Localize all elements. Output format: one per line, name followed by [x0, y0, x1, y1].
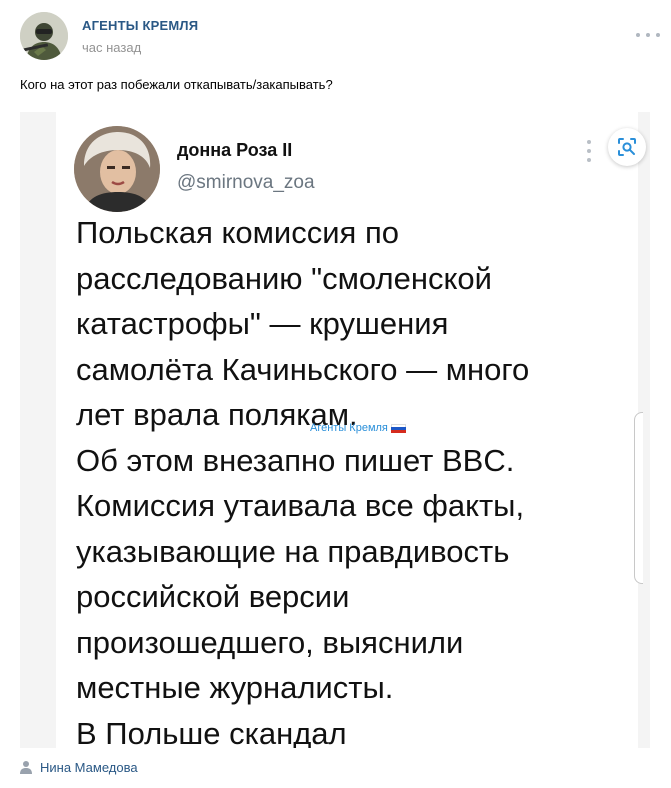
tweet-line: Комиссия утаивала все факты, [76, 488, 525, 523]
tweet-line: произошедшего, выяснили [76, 624, 464, 660]
image-search-button[interactable] [608, 128, 646, 166]
tweet-author-handle: @smirnova_zoa [177, 172, 315, 193]
post-author: Нина Мамедова [20, 758, 138, 776]
tweet-body: Польская комиссия по расследованию "смол… [76, 210, 631, 748]
user-icon [20, 761, 32, 774]
post-image[interactable]: донна Роза II @smirnova_zoa Польская ком… [20, 112, 650, 748]
group-name[interactable]: АГЕНТЫ КРЕМЛЯ [82, 18, 198, 33]
image-scroll-handle[interactable] [634, 412, 643, 584]
tweet-line: Польская комиссия по [76, 215, 399, 250]
tweet-screenshot: донна Роза II @smirnova_zoa Польская ком… [56, 112, 638, 748]
tweet-line: Об этом внезапно пишет BBC. [76, 442, 515, 478]
author-name[interactable]: Нина Мамедова [40, 760, 138, 775]
watermark: Агенты Кремля [310, 422, 406, 434]
tweet-line: В Польше скандал [76, 715, 347, 749]
tweet-line: самолёта Качиньского — много [76, 351, 530, 387]
tweet-line: расследованию "смоленской [76, 260, 492, 296]
tweet-line: местные журналисты. [76, 670, 394, 705]
post-timestamp[interactable]: час назад [82, 40, 141, 55]
watermark-text: Агенты Кремля [310, 422, 388, 434]
tweet-line: российской версии [76, 579, 350, 614]
image-search-icon [618, 138, 636, 156]
group-avatar[interactable] [20, 12, 68, 60]
post-text: Кого на этот раз побежали откапывать/зак… [20, 77, 333, 92]
post-header: АГЕНТЫ КРЕМЛЯ час назад [20, 12, 660, 64]
tweet-avatar [74, 126, 160, 212]
tweet-more-icon [587, 140, 591, 162]
russian-flag-icon [390, 423, 406, 433]
tweet-line: указывающие на правдивость [76, 533, 510, 569]
more-options-icon[interactable] [636, 30, 660, 40]
tweet-line: катастрофы" — крушения [76, 306, 449, 341]
tweet-author-name: донна Роза II [177, 140, 293, 160]
